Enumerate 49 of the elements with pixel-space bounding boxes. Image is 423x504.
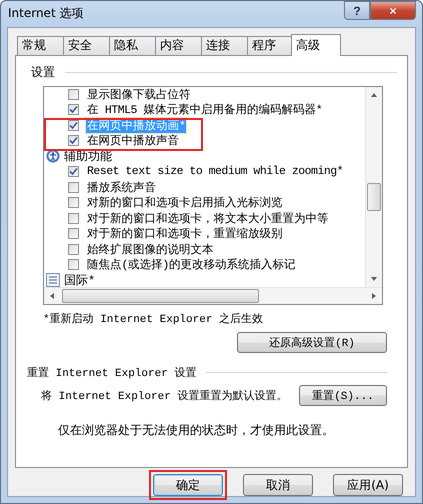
checkbox[interactable] — [68, 228, 79, 240]
setting-label[interactable]: 在 HTML5 媒体元素中启用备用的编码解码器* — [86, 102, 324, 118]
scroll-thumb[interactable] — [367, 182, 381, 210]
reset-note: 仅在浏览器处于无法使用的状态时，才使用此设置。 — [58, 422, 335, 438]
reset-button[interactable]: 重置(S)... — [299, 384, 387, 406]
setting-label[interactable]: 对于新的窗口和选项卡，重置缩放级别 — [86, 226, 284, 242]
reset-description: 将 Internet Explorer 设置重置为默认设置。 — [41, 389, 288, 402]
tab[interactable]: 高级 — [291, 34, 341, 56]
checkbox[interactable] — [68, 166, 79, 178]
help-button[interactable]: ? — [344, 1, 370, 20]
setting-label[interactable]: 播放系统声音 — [86, 180, 157, 195]
tab[interactable]: 常规 — [17, 36, 64, 54]
checkbox[interactable] — [68, 104, 79, 116]
checkbox[interactable] — [68, 120, 79, 131]
restore-button[interactable]: 还原高级设置(R) — [237, 332, 387, 352]
checkbox[interactable] — [68, 182, 79, 193]
scroll-thumb[interactable] — [62, 288, 259, 302]
tab[interactable]: 隐私 — [109, 36, 156, 54]
setting-label[interactable]: 在网页中播放声音 — [86, 133, 180, 148]
window-title: Internet 选项 — [8, 5, 84, 22]
dialog-button[interactable]: 取消 — [243, 474, 313, 496]
dialog-button[interactable]: 应用(A) — [333, 474, 403, 496]
close-button[interactable]: × — [370, 1, 416, 20]
checkbox[interactable] — [68, 88, 79, 100]
accessibility-icon — [46, 149, 60, 164]
setting-label[interactable]: 对于新的窗口和选项卡，将文本大小重置为中等 — [86, 210, 330, 226]
checkbox[interactable] — [68, 212, 79, 224]
checkbox[interactable] — [68, 259, 79, 270]
checkbox[interactable] — [68, 135, 79, 146]
tab[interactable]: 内容 — [155, 36, 202, 54]
setting-label[interactable]: Reset text size to medium while zooming* — [86, 165, 344, 178]
tab[interactable]: 程序 — [247, 36, 294, 54]
group-label: 设置 — [31, 64, 55, 80]
setting-label[interactable]: 随焦点(或选择)的更改移动系统插入标记 — [86, 257, 296, 272]
setting-label[interactable]: 对新的窗口和选项卡启用插入光标浏览 — [86, 195, 284, 210]
checkbox[interactable] — [68, 244, 79, 255]
dialog-button[interactable]: 确定 — [153, 474, 223, 496]
vertical-scrollbar[interactable] — [365, 86, 382, 286]
setting-label[interactable]: 始终扩展图像的说明文本 — [86, 242, 214, 257]
group-label: 重置 Internet Explorer 设置 — [27, 366, 196, 380]
group-heading: 辅助功能 — [64, 148, 112, 165]
group-heading: 国际* — [64, 272, 96, 286]
tab[interactable]: 安全 — [63, 36, 110, 54]
list-icon — [46, 273, 60, 286]
setting-label[interactable]: 显示图像下载占位符 — [86, 86, 192, 102]
checkbox[interactable] — [68, 197, 79, 208]
tab[interactable]: 连接 — [201, 36, 248, 54]
footnote: *重新启动 Internet Explorer 之后生效 — [43, 312, 264, 326]
horizontal-scrollbar[interactable] — [44, 286, 382, 304]
